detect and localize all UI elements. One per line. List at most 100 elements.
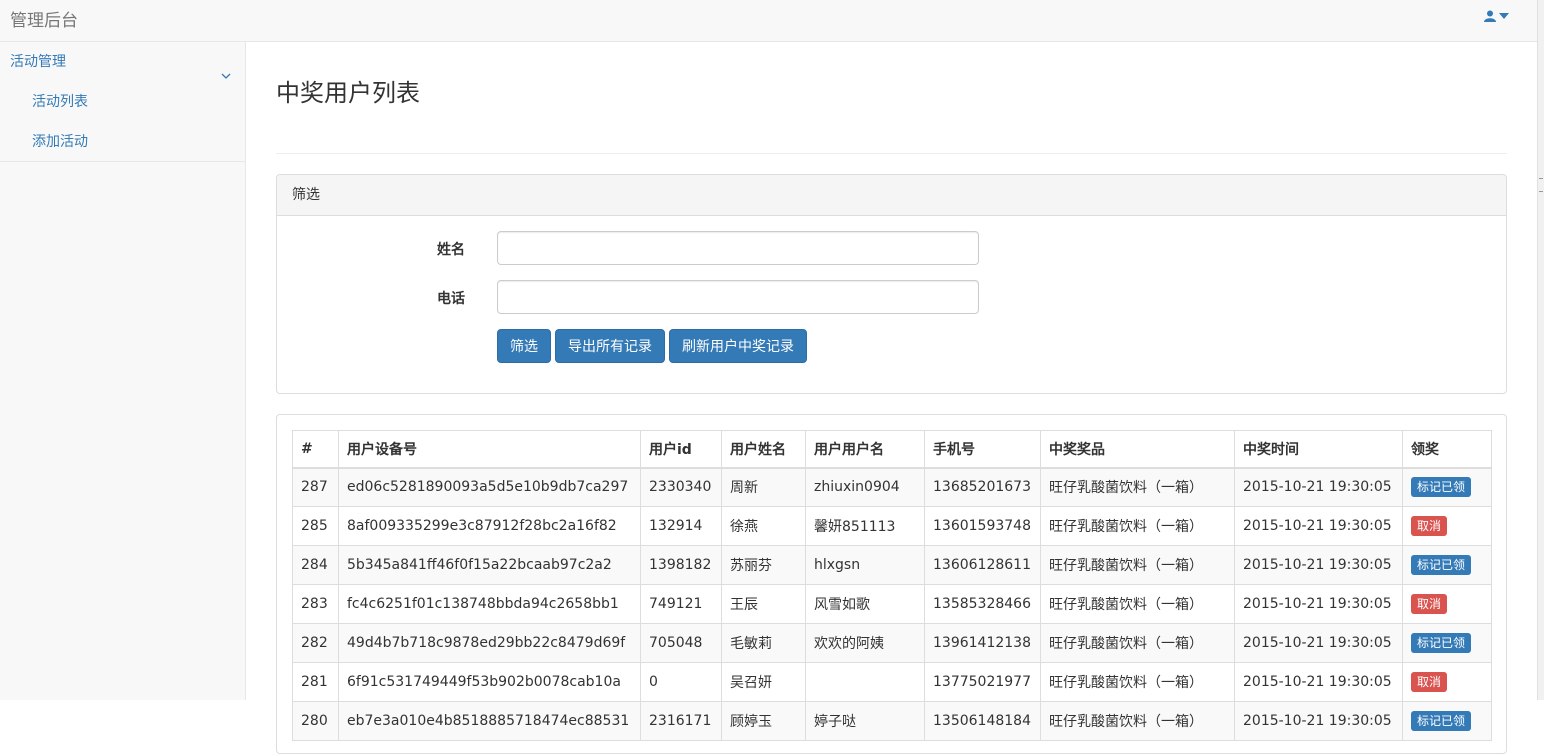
column-header: 领奖 [1402,430,1492,469]
cell-name: 毛敏莉 [721,623,806,663]
cell-action: 标记已领 [1402,467,1492,507]
table-row: 287 ed06c5281890093a5d5e10b9db7ca297 233… [292,467,1492,507]
cell-id: 281 [292,662,339,702]
user-menu-toggle[interactable] [1484,10,1509,22]
table-row: 283 fc4c6251f01c138748bbda94c2658bb1 749… [292,584,1492,624]
mark-claimed-button[interactable]: 标记已领 [1411,477,1472,498]
sidebar-group-label: 活动管理 [10,54,66,70]
mark-claimed-button[interactable]: 标记已领 [1411,711,1472,731]
phone-input[interactable] [497,280,979,314]
cell-id: 283 [292,584,339,624]
column-header: 中奖时间 [1234,430,1403,469]
cell-uid: 2330340 [640,467,722,507]
sidebar-item-label: 添加活动 [32,134,88,150]
export-all-button[interactable]: 导出所有记录 [555,329,665,363]
winners-table-panel: # 用户设备号 用户id 用户姓名 用户用户名 手机号 中奖奖品 中奖时间 领奖… [276,414,1507,754]
phone-label: 电话 [437,291,465,307]
cell-username: hlxgsn [805,545,925,585]
cell-username: 馨妍851113 [805,506,925,546]
cell-device: 6f91c531749449f53b902b0078cab10a [338,662,641,702]
cell-time: 2015-10-21 19:30:05 [1234,467,1403,507]
cancel-button[interactable]: 取消 [1411,672,1448,692]
cell-prize: 旺仔乳酸菌饮料（一箱） [1040,545,1235,585]
table-row: 280 eb7e3a010e4b8518885718474ec88531 231… [292,701,1492,741]
cell-device: 49d4b7b718c9878ed29bb22c8479d69f [338,623,641,663]
sidebar-item-activity-list[interactable]: 活动列表 [0,82,245,122]
column-header: 用户设备号 [338,430,641,469]
page-title-text: 中奖用户列表 [276,79,420,107]
cell-username [805,662,925,702]
column-header: 用户姓名 [721,430,806,469]
mark-claimed-button[interactable]: 标记已领 [1411,633,1472,653]
filter-panel: 筛选 姓名 电话 筛选 导出所有记录 刷新用户中奖记录 [276,174,1507,394]
cell-name: 周新 [721,467,806,507]
name-label: 姓名 [437,242,465,258]
caret-down-icon [1499,13,1509,19]
column-header: 中奖奖品 [1040,430,1235,469]
phone-form-row: 电话 [277,280,1506,329]
sidebar-group-activity-management[interactable]: 活动管理 [0,42,245,82]
cell-time: 2015-10-21 19:30:05 [1234,623,1403,663]
cell-time: 2015-10-21 19:30:05 [1234,662,1403,702]
cell-phone: 13961412138 [924,623,1041,663]
scrollbar-grip-icon[interactable] [1539,178,1543,192]
column-header: 手机号 [924,430,1041,469]
cell-device: 5b345a841ff46f0f15a22bcaab97c2a2 [338,545,641,585]
cell-id: 282 [292,623,339,663]
cell-name: 苏丽芬 [721,545,806,585]
cell-uid: 2316171 [640,701,722,741]
cell-time: 2015-10-21 19:30:05 [1234,506,1403,546]
table-row: 284 5b345a841ff46f0f15a22bcaab97c2a2 139… [292,545,1492,585]
cell-prize: 旺仔乳酸菌饮料（一箱） [1040,467,1235,507]
cell-name: 徐燕 [721,506,806,546]
cell-prize: 旺仔乳酸菌饮料（一箱） [1040,623,1235,663]
page-title: 中奖用户列表 [276,78,1507,154]
table-row: 282 49d4b7b718c9878ed29bb22c8479d69f 705… [292,623,1492,663]
cell-device: fc4c6251f01c138748bbda94c2658bb1 [338,584,641,624]
cell-uid: 132914 [640,506,722,546]
cell-action: 取消 [1402,662,1492,702]
page-scrollbar[interactable] [1537,0,1544,700]
column-header: 用户用户名 [805,430,925,469]
cell-action: 标记已领 [1402,545,1492,585]
cell-time: 2015-10-21 19:30:05 [1234,584,1403,624]
top-navbar: 管理后台 [0,0,1537,42]
cell-username: 欢欢的阿姨 [805,623,925,663]
cell-name: 王辰 [721,584,806,624]
cell-phone: 13606128611 [924,545,1041,585]
cell-prize: 旺仔乳酸菌饮料（一箱） [1040,701,1235,741]
cell-device: eb7e3a010e4b8518885718474ec88531 [338,701,641,741]
cell-id: 280 [292,701,339,741]
cell-username: 风雪如歌 [805,584,925,624]
cell-action: 标记已领 [1402,701,1492,741]
cell-prize: 旺仔乳酸菌饮料（一箱） [1040,584,1235,624]
mark-claimed-button[interactable]: 标记已领 [1411,555,1472,575]
cell-id: 285 [292,506,339,546]
cell-uid: 1398182 [640,545,722,585]
cancel-button[interactable]: 取消 [1411,594,1448,614]
cell-phone: 13685201673 [924,467,1041,507]
chevron-down-icon [221,56,231,96]
name-input[interactable] [497,231,979,265]
user-icon [1484,10,1496,22]
sidebar: 活动管理 活动列表 添加活动 [0,42,246,700]
cell-prize: 旺仔乳酸菌饮料（一箱） [1040,506,1235,546]
cell-name: 吴召妍 [721,662,806,702]
cell-username: zhiuxin0904 [805,467,925,507]
refresh-records-button[interactable]: 刷新用户中奖记录 [669,329,807,363]
filter-button-row: 筛选 导出所有记录 刷新用户中奖记录 [277,329,1506,363]
brand-title[interactable]: 管理后台 [10,6,78,31]
cell-phone: 13585328466 [924,584,1041,624]
cell-prize: 旺仔乳酸菌饮料（一箱） [1040,662,1235,702]
cell-time: 2015-10-21 19:30:05 [1234,545,1403,585]
table-row: 285 8af009335299e3c87912f28bc2a16f82 132… [292,506,1492,546]
cell-uid: 749121 [640,584,722,624]
cell-uid: 705048 [640,623,722,663]
cell-action: 标记已领 [1402,623,1492,663]
sidebar-item-add-activity[interactable]: 添加活动 [0,122,245,162]
filter-button[interactable]: 筛选 [497,329,551,363]
cancel-button[interactable]: 取消 [1411,516,1448,536]
sidebar-item-label: 活动列表 [32,94,88,110]
cell-action: 取消 [1402,506,1492,546]
main-content: 中奖用户列表 筛选 姓名 电话 筛选 导出所有记录 刷新用户中奖记录 # 用户设… [276,42,1507,754]
